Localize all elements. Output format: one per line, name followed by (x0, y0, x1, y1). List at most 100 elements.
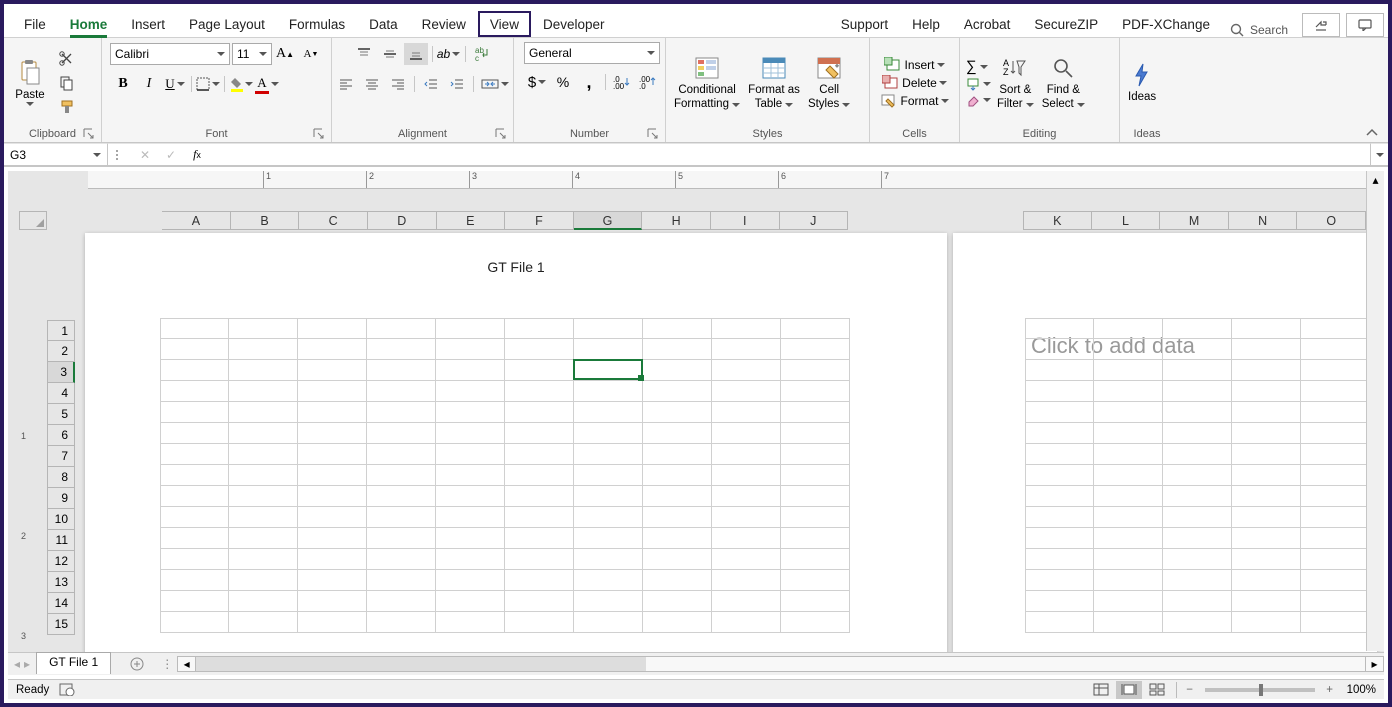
tab-file[interactable]: File (12, 11, 58, 37)
insert-function-button[interactable]: fx (185, 144, 209, 166)
cell[interactable] (1094, 528, 1163, 549)
font-color-button[interactable]: A (255, 73, 279, 95)
enter-formula-button[interactable]: ✓ (159, 144, 183, 166)
cell[interactable] (160, 402, 229, 423)
cell[interactable] (436, 465, 505, 486)
cell[interactable] (436, 423, 505, 444)
page-1[interactable]: GT File 1 (85, 233, 947, 675)
cell[interactable] (1094, 444, 1163, 465)
tab-acrobat[interactable]: Acrobat (952, 11, 1023, 37)
column-header-M[interactable]: M (1160, 211, 1229, 230)
cell[interactable] (712, 339, 781, 360)
top-align-button[interactable] (352, 43, 376, 65)
format-painter-button[interactable] (55, 96, 79, 118)
cell[interactable] (781, 339, 850, 360)
cell[interactable] (712, 318, 781, 339)
column-header-G[interactable]: G (574, 211, 643, 230)
cell[interactable] (1163, 528, 1232, 549)
cell[interactable] (1025, 381, 1094, 402)
row-header-12[interactable]: 12 (47, 551, 75, 572)
row-header-6[interactable]: 6 (47, 425, 75, 446)
cell[interactable] (1094, 360, 1163, 381)
cell[interactable] (1025, 318, 1094, 339)
cell[interactable] (574, 591, 643, 612)
cell[interactable] (160, 465, 229, 486)
cell[interactable] (574, 507, 643, 528)
collapse-ribbon-button[interactable] (1366, 128, 1378, 138)
align-left-button[interactable] (334, 73, 358, 95)
cell[interactable] (160, 486, 229, 507)
cell[interactable] (1301, 528, 1370, 549)
cell[interactable] (1163, 570, 1232, 591)
row-header-8[interactable]: 8 (47, 467, 75, 488)
cell[interactable] (1094, 465, 1163, 486)
cell[interactable] (574, 465, 643, 486)
cell[interactable] (1094, 507, 1163, 528)
cell[interactable] (1232, 591, 1301, 612)
cell[interactable] (574, 339, 643, 360)
cell[interactable] (1163, 465, 1232, 486)
cell[interactable] (436, 444, 505, 465)
cell[interactable] (1232, 444, 1301, 465)
cell[interactable] (574, 612, 643, 633)
cell[interactable] (712, 444, 781, 465)
cell[interactable] (229, 339, 298, 360)
page-break-view-button[interactable] (1144, 681, 1170, 699)
cell[interactable] (1025, 402, 1094, 423)
cell[interactable] (1163, 507, 1232, 528)
cell[interactable] (712, 549, 781, 570)
cell[interactable] (1163, 339, 1232, 360)
cell[interactable] (643, 381, 712, 402)
cell[interactable] (160, 549, 229, 570)
cell[interactable] (1232, 570, 1301, 591)
cell[interactable] (298, 612, 367, 633)
cell[interactable] (1301, 507, 1370, 528)
cell[interactable] (298, 402, 367, 423)
cell[interactable] (1301, 339, 1370, 360)
active-cell[interactable] (573, 359, 643, 380)
cell[interactable] (1163, 318, 1232, 339)
cell[interactable] (229, 402, 298, 423)
cell[interactable] (1025, 444, 1094, 465)
cell[interactable] (1232, 528, 1301, 549)
cell[interactable] (160, 381, 229, 402)
row-header-3[interactable]: 3 (47, 362, 75, 383)
cell[interactable] (160, 318, 229, 339)
cell[interactable] (367, 360, 436, 381)
decrease-decimal-button[interactable]: .00.0 (636, 71, 660, 93)
grip-icon[interactable] (115, 148, 121, 162)
comments-button[interactable] (1346, 13, 1384, 37)
font-name-select[interactable]: Calibri (110, 43, 230, 65)
cell[interactable] (1094, 549, 1163, 570)
row-header-5[interactable]: 5 (47, 404, 75, 425)
cell[interactable] (505, 486, 574, 507)
column-header-C[interactable]: C (299, 211, 368, 230)
cell[interactable] (229, 465, 298, 486)
column-header-H[interactable]: H (642, 211, 711, 230)
cell[interactable] (367, 528, 436, 549)
tab-review[interactable]: Review (410, 11, 478, 37)
cell[interactable] (1301, 381, 1370, 402)
cell[interactable] (436, 318, 505, 339)
cell[interactable] (1025, 339, 1094, 360)
increase-font-size-button[interactable]: A▲ (273, 43, 297, 65)
cell[interactable] (1232, 318, 1301, 339)
cell[interactable] (367, 570, 436, 591)
tab-page-layout[interactable]: Page Layout (177, 11, 277, 37)
cell[interactable] (367, 549, 436, 570)
cell[interactable] (1163, 549, 1232, 570)
row-header-15[interactable]: 15 (47, 614, 75, 635)
new-sheet-button[interactable] (125, 653, 149, 675)
tab-securezip[interactable]: SecureZIP (1022, 11, 1110, 37)
cell[interactable] (367, 507, 436, 528)
cell[interactable] (1163, 591, 1232, 612)
cell[interactable] (712, 423, 781, 444)
cell[interactable] (781, 570, 850, 591)
align-right-button[interactable] (386, 73, 410, 95)
cell[interactable] (505, 318, 574, 339)
cell[interactable] (160, 528, 229, 549)
cell[interactable] (712, 402, 781, 423)
cell[interactable] (1094, 612, 1163, 633)
cell[interactable] (229, 528, 298, 549)
cell[interactable] (574, 318, 643, 339)
